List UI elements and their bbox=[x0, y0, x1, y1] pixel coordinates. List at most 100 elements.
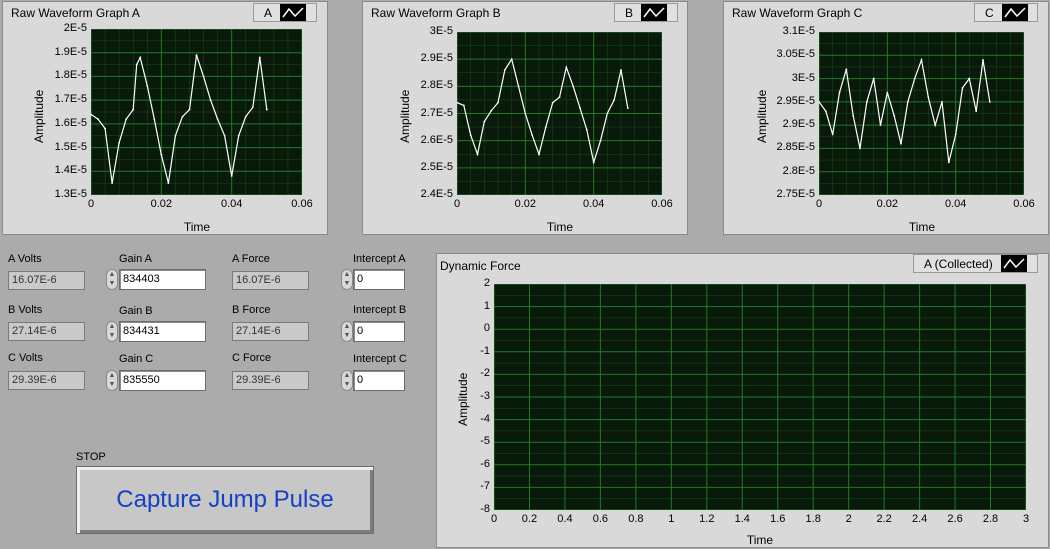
b-volts-indicator: 27.14E-6 bbox=[8, 322, 85, 341]
graph-b-ylabel: Amplitude bbox=[398, 89, 412, 143]
capture-jump-pulse-button[interactable]: Capture Jump Pulse bbox=[76, 466, 374, 534]
data-point bbox=[111, 182, 113, 185]
data-point bbox=[838, 91, 841, 94]
intercept-a-spinner[interactable]: ▲ ▼ bbox=[341, 269, 353, 290]
y-tick-label: 1.3E-5 bbox=[54, 188, 87, 200]
data-point bbox=[920, 59, 923, 61]
data-point bbox=[865, 100, 868, 103]
y-tick-label: 1.8E-5 bbox=[54, 69, 87, 82]
data-point bbox=[859, 147, 861, 150]
dynamic-force-legend[interactable]: A (Collected) bbox=[913, 254, 1038, 273]
graph-c-xlabel: Time bbox=[908, 220, 936, 234]
x-tick-label: 0 bbox=[490, 513, 498, 525]
x-tick-label: 0.06 bbox=[651, 198, 673, 210]
gain-c-input[interactable]: 835550 bbox=[119, 370, 206, 391]
intercept-b-input[interactable]: 0 bbox=[353, 321, 405, 342]
data-point bbox=[626, 107, 629, 109]
y-tick-label: 1 bbox=[483, 299, 490, 312]
c-volts-indicator: 29.39E-6 bbox=[8, 371, 85, 390]
plot-style-icon[interactable] bbox=[280, 4, 307, 21]
x-tick-label: 2.4 bbox=[911, 513, 928, 525]
graph-c-title: Raw Waveform Graph C bbox=[732, 6, 863, 20]
y-tick-label: 2.4E-5 bbox=[420, 188, 453, 200]
data-point bbox=[592, 161, 595, 164]
gain-a-input[interactable]: 834403 bbox=[119, 269, 206, 290]
y-tick-label: -2 bbox=[480, 367, 490, 380]
data-point bbox=[483, 120, 486, 123]
y-tick-label: 2.75E-5 bbox=[776, 188, 815, 200]
dynamic-force-panel: Dynamic Force A (Collected) Amplitude Ti… bbox=[436, 253, 1049, 548]
y-tick-label: 2.8E-5 bbox=[420, 79, 453, 92]
y-tick-label: 2.7E-5 bbox=[420, 106, 453, 119]
data-point bbox=[934, 124, 937, 127]
x-tick-label: 1.6 bbox=[770, 513, 786, 525]
intercept-c-label: Intercept C bbox=[353, 353, 407, 365]
y-tick-label: 1.7E-5 bbox=[54, 93, 87, 106]
intercept-b-spinner[interactable]: ▲ ▼ bbox=[341, 321, 353, 342]
data-point bbox=[216, 118, 219, 121]
plot-area-svg bbox=[91, 29, 302, 195]
x-tick-label: 0.06 bbox=[1013, 198, 1035, 210]
plot-style-icon[interactable] bbox=[1001, 4, 1028, 21]
dynamic-force-ylabel: Amplitude bbox=[456, 372, 470, 426]
c-force-label: C Force bbox=[232, 352, 272, 364]
intercept-c-input[interactable]: 0 bbox=[353, 370, 405, 391]
data-point bbox=[195, 54, 198, 56]
data-point bbox=[469, 134, 472, 137]
data-point bbox=[606, 112, 609, 115]
gain-a-spinner[interactable]: ▲ ▼ bbox=[106, 269, 118, 290]
x-tick-label: 1.2 bbox=[699, 513, 715, 525]
x-tick-label: 0.02 bbox=[514, 198, 537, 210]
y-tick-label: 1.9E-5 bbox=[54, 45, 87, 58]
graph-c-legend[interactable]: C bbox=[974, 3, 1038, 22]
data-point bbox=[265, 108, 268, 111]
x-tick-label: 0.06 bbox=[291, 198, 313, 210]
graph-a-plot[interactable] bbox=[91, 29, 302, 195]
c-force-indicator: 29.39E-6 bbox=[232, 371, 309, 390]
y-tick-label: 1.4E-5 bbox=[54, 164, 87, 177]
dynamic-force-plot[interactable] bbox=[494, 284, 1026, 510]
data-point bbox=[139, 56, 142, 59]
graph-c-plot[interactable] bbox=[819, 32, 1024, 195]
intercept-a-input[interactable]: 0 bbox=[353, 269, 405, 290]
gain-b-spinner[interactable]: ▲ ▼ bbox=[106, 321, 118, 342]
data-point bbox=[572, 85, 575, 88]
graph-b-legend[interactable]: B bbox=[614, 3, 678, 22]
data-point bbox=[97, 118, 99, 121]
data-point bbox=[146, 85, 149, 87]
data-point bbox=[258, 56, 261, 59]
data-point bbox=[565, 66, 568, 69]
plot-style-icon[interactable] bbox=[1000, 255, 1027, 272]
gain-c-spinner[interactable]: ▲ ▼ bbox=[106, 370, 118, 391]
data-point bbox=[852, 114, 855, 117]
data-point bbox=[900, 142, 902, 145]
data-point bbox=[524, 112, 527, 115]
data-point bbox=[202, 75, 205, 78]
data-point bbox=[223, 134, 226, 137]
b-force-indicator: 27.14E-6 bbox=[232, 322, 309, 341]
x-tick-label: 0.4 bbox=[557, 513, 573, 525]
a-volts-label: A Volts bbox=[8, 253, 42, 265]
data-point bbox=[167, 182, 170, 185]
graph-a-legend-name: A bbox=[264, 5, 273, 20]
y-tick-label: -8 bbox=[480, 503, 490, 515]
y-tick-label: 3.1E-5 bbox=[782, 25, 815, 37]
graph-b-plot[interactable] bbox=[457, 32, 662, 195]
data-point bbox=[845, 68, 848, 71]
series-line-0 bbox=[457, 57, 629, 165]
graph-a-legend[interactable]: A bbox=[253, 3, 317, 22]
data-point bbox=[906, 100, 909, 103]
y-tick-label: 2.8E-5 bbox=[782, 164, 815, 177]
y-tick-label: 2 bbox=[483, 277, 490, 289]
plot-style-icon[interactable] bbox=[641, 4, 668, 21]
gain-c-label: Gain C bbox=[119, 353, 154, 365]
data-point bbox=[579, 107, 581, 109]
b-force-label: B Force bbox=[232, 304, 271, 316]
data-point bbox=[531, 134, 534, 137]
data-point bbox=[209, 99, 212, 102]
data-point bbox=[132, 108, 135, 111]
intercept-c-spinner[interactable]: ▲ ▼ bbox=[341, 370, 353, 391]
data-point bbox=[538, 153, 540, 156]
y-tick-label: 2.85E-5 bbox=[776, 141, 815, 154]
gain-b-input[interactable]: 834431 bbox=[119, 321, 206, 342]
